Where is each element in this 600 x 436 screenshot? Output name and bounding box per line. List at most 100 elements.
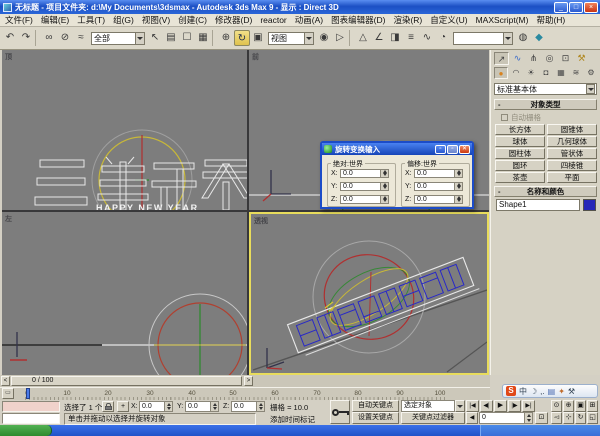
key-filters-button[interactable]: 关键点过滤器 [401,412,465,424]
menu-edit[interactable]: 编辑(E) [41,14,69,26]
spinner[interactable] [381,195,389,204]
macro-recorder-mini[interactable] [2,401,60,412]
set-key-button[interactable]: 设置关键点 [352,412,399,424]
current-frame-field[interactable]: 0 [479,412,525,424]
window-close-button[interactable]: × [584,2,598,13]
field-of-view-icon[interactable]: ◅ [551,412,562,424]
object-color-swatch[interactable] [583,199,596,211]
spinner[interactable] [381,169,389,178]
object-type-rollout[interactable]: - 对象类型 [494,99,597,110]
cone-button[interactable]: 圆锥体 [547,124,597,135]
dropdown-arrow-icon[interactable] [503,33,512,44]
ime-punctuation-icon[interactable]: ,. [540,387,544,396]
maxscript-mini-listener[interactable] [2,413,60,424]
menu-views[interactable]: 视图(V) [142,14,170,26]
viewport-top[interactable]: HAPPY NEW YEAR 顶 [2,50,247,210]
dropdown-arrow-icon[interactable] [135,33,144,44]
material-editor-icon[interactable]: ◔ [435,30,451,46]
time-slider-handle[interactable]: 0 / 100 [11,376,242,386]
next-frame-arrow[interactable]: > [244,376,253,386]
select-manipulate-icon[interactable]: ▷ [332,30,348,46]
absolute-y-input[interactable]: 0.0 [340,182,381,191]
zoom-extents-all-icon[interactable]: ⊞ [587,400,598,412]
menu-tools[interactable]: 工具(T) [77,14,105,26]
spinner[interactable] [455,169,463,178]
zoom-icon[interactable]: ⊙ [551,400,562,412]
dropdown-arrow-icon[interactable] [304,33,313,44]
current-frame-marker[interactable] [26,388,30,399]
viewport-label-front[interactable]: 前 [252,52,259,61]
ime-softkeyboard-icon[interactable]: ▤ [548,387,556,396]
viewport-label-perspective[interactable]: 透视 [254,216,268,225]
add-time-tag[interactable]: 添加时间标记 [270,414,315,425]
select-move-icon[interactable]: ⊕ [218,30,234,46]
align-icon[interactable]: ≡ [403,30,419,46]
undo-icon[interactable]: ↶ [2,30,18,46]
absolute-x-input[interactable]: 0.0 [340,169,381,178]
ime-toolbar[interactable]: S 中 ☽ ,. ▤ ✦ ⚒ [502,384,598,398]
play-icon[interactable]: ▶ [494,400,507,412]
snap-toggle-icon[interactable]: △ [355,30,371,46]
display-tab-icon[interactable]: ⊡ [558,52,573,65]
ime-logo-icon[interactable]: S [506,386,516,396]
quick-render-icon[interactable]: ◆ [531,30,547,46]
rotate-gizmo-axis-line[interactable] [369,272,371,336]
dropdown-arrow-icon[interactable] [586,84,595,94]
offset-z-input[interactable]: 0.0 [414,195,455,204]
tube-button[interactable]: 管状体 [547,148,597,159]
geometry-category-icon[interactable]: ● [494,67,508,79]
dialog-minimize-button[interactable]: ▫ [435,145,446,154]
zoom-extents-icon[interactable]: ▣ [575,400,586,412]
menu-modifiers[interactable]: 修改器(D) [215,14,252,26]
pan-icon[interactable]: ⊹ [563,412,574,424]
menu-help[interactable]: 帮助(H) [536,14,565,26]
time-slider[interactable]: < 0 / 100 > [0,375,490,387]
systems-category-icon[interactable]: ⚙ [584,67,598,79]
previous-key-icon[interactable]: ◀ [466,412,478,424]
absolute-z-input[interactable]: 0.0 [340,195,381,204]
select-by-name-icon[interactable]: ▤ [163,30,179,46]
spinner[interactable] [455,195,463,204]
track-bar[interactable]: 0 10 20 30 40 50 60 70 80 90 100 [0,387,490,400]
object-name-field[interactable]: Shape1 [496,199,580,211]
plane-button[interactable]: 平面 [547,172,597,183]
ime-skin-icon[interactable]: ✦ [558,387,565,396]
menu-graph-editors[interactable]: 图表编辑器(D) [331,14,385,26]
menu-file[interactable]: 文件(F) [5,14,33,26]
status-y-field[interactable]: 0.0 [185,401,211,412]
name-color-rollout[interactable]: - 名称和颜色 [494,186,597,197]
utilities-tab-icon[interactable]: ⚒ [574,52,589,65]
perspective-viewport-canvas[interactable]: 透视 [251,214,487,373]
spinner[interactable] [525,412,533,424]
menu-reactor[interactable]: reactor [260,15,286,25]
curve-editor-icon[interactable]: ∿ [419,30,435,46]
left-viewport-canvas[interactable]: 左 [2,212,247,375]
spinner[interactable] [455,182,463,191]
sphere-button[interactable]: 球体 [495,136,545,147]
next-frame-icon[interactable]: |▶ [508,400,521,412]
ime-mode-icon[interactable]: 中 [519,386,527,397]
transform-typein-toggle-icon[interactable]: + [117,401,129,412]
teapot-button[interactable]: 茶壶 [495,172,545,183]
window-minimize-button[interactable]: _ [554,2,568,13]
spinner[interactable] [165,401,173,412]
window-maximize-button[interactable]: □ [569,2,583,13]
menu-create[interactable]: 创建(C) [178,14,207,26]
reference-coordsys-dropdown[interactable]: 视图 [268,32,314,45]
modify-tab-icon[interactable]: ∿ [510,52,525,65]
status-z-field[interactable]: 0.0 [231,401,257,412]
dialog-titlebar[interactable]: 旋转变换输入 ▫ ▫ ✕ [322,143,472,155]
lights-category-icon[interactable]: ☀ [524,67,538,79]
offset-x-input[interactable]: 0.0 [414,169,455,178]
rectangular-selection-icon[interactable]: ☐ [179,30,195,46]
mirror-icon[interactable]: ◨ [387,30,403,46]
use-pivot-center-icon[interactable]: ◉ [316,30,332,46]
menu-rendering[interactable]: 渲染(R) [393,14,422,26]
top-viewport-canvas[interactable]: HAPPY NEW YEAR 顶 [2,50,247,210]
viewport-label-top[interactable]: 顶 [5,52,12,61]
spacewarps-category-icon[interactable]: ≋ [569,67,583,79]
select-rotate-icon[interactable]: ↻ [234,30,250,46]
viewport-label-left[interactable]: 左 [4,214,12,223]
previous-frame-arrow[interactable]: < [1,376,10,386]
motion-tab-icon[interactable]: ◎ [542,52,557,65]
